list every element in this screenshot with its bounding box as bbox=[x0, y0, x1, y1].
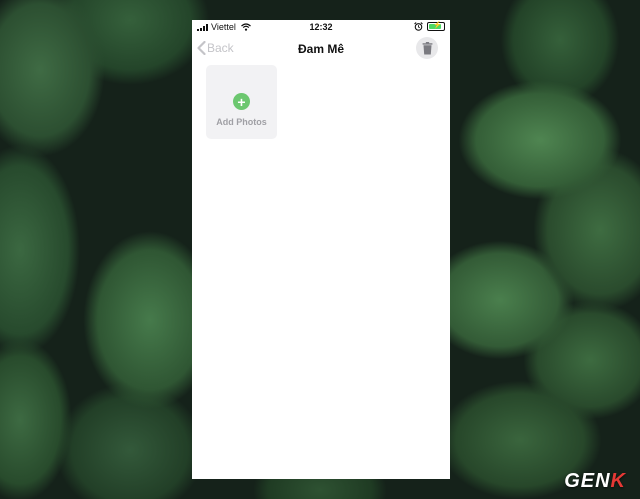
status-time: 12:32 bbox=[309, 22, 333, 32]
plus-icon: + bbox=[233, 93, 250, 110]
add-photos-tile[interactable]: + Add Photos bbox=[206, 65, 277, 139]
battery-icon: ⚡ bbox=[427, 22, 445, 31]
status-right: ⚡ bbox=[414, 22, 445, 31]
album-title: Đam Mê bbox=[297, 42, 344, 56]
add-photos-label: Add Photos bbox=[216, 117, 267, 127]
phone-screen: Viettel 12:32 ⚡ Back Đam Mê + Add Photos bbox=[192, 20, 450, 479]
trash-icon bbox=[422, 41, 432, 54]
genk-watermark-logo: GENK bbox=[564, 470, 626, 492]
alarm-clock-icon bbox=[414, 22, 423, 31]
delete-album-button[interactable] bbox=[416, 37, 438, 59]
status-bar: Viettel 12:32 ⚡ bbox=[192, 20, 450, 34]
nav-bar: Back Đam Mê bbox=[192, 34, 450, 64]
